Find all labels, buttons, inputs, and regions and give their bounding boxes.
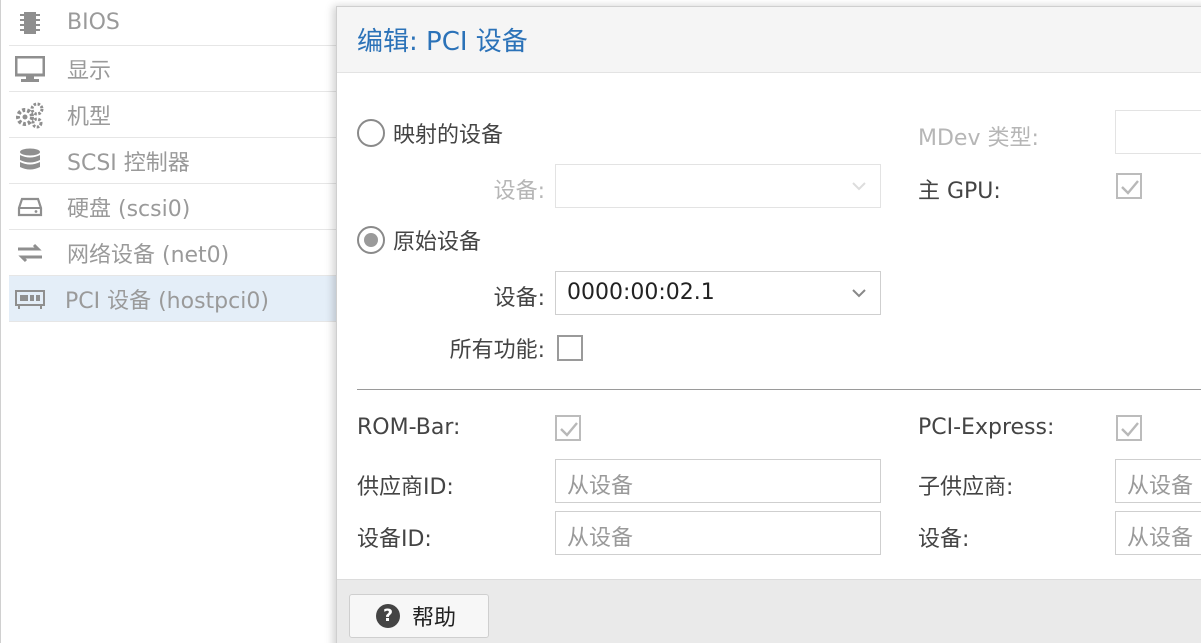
sub-vendor-input[interactable]: 从设备: [1115, 459, 1201, 503]
checkmark-icon: [1121, 180, 1139, 195]
sub-device-input[interactable]: 从设备: [1115, 511, 1201, 555]
hardware-item-label: PCI 设备 (hostpci0): [65, 288, 269, 314]
primary-gpu-label: 主 GPU:: [918, 179, 1001, 204]
all-functions-checkbox[interactable]: [557, 335, 583, 361]
raw-device-label: 原始设备: [393, 230, 482, 255]
pci-express-label: PCI-Express:: [918, 415, 1055, 440]
device-id-placeholder: 从设备: [567, 526, 634, 551]
hardware-item-label: 显示: [67, 58, 112, 84]
dialog-header: 编辑: PCI 设备: [337, 7, 1201, 73]
gears-icon: [15, 100, 45, 130]
sub-device-placeholder: 从设备: [1127, 526, 1194, 551]
pci-express-checkbox[interactable]: [1116, 415, 1142, 441]
sub-vendor-label: 子供应商:: [918, 475, 1014, 500]
rom-bar-checkbox[interactable]: [555, 415, 581, 441]
raw-device-field-label: 设备:: [493, 286, 545, 311]
mapped-device-label: 映射的设备: [393, 123, 504, 148]
hardware-item-pci-device[interactable]: PCI 设备 (hostpci0): [9, 276, 339, 322]
hdd-icon: [15, 192, 45, 222]
vendor-id-input[interactable]: 从设备: [555, 459, 881, 503]
checkmark-icon: [560, 422, 578, 437]
dialog-footer: ? 帮助: [337, 579, 1201, 643]
edit-pci-device-dialog: 编辑: PCI 设备 映射的设备 设备: 原始设备 设备: 0000:00:02…: [336, 6, 1201, 643]
checkmark-icon: [1121, 422, 1139, 437]
mapped-device-field-label: 设备:: [493, 179, 545, 204]
vendor-id-placeholder: 从设备: [567, 474, 634, 499]
database-icon: [15, 146, 45, 176]
chevron-down-icon: [850, 177, 868, 199]
chevron-down-icon: [850, 284, 868, 306]
device-id-input[interactable]: 从设备: [555, 511, 881, 555]
raw-device-combobox[interactable]: 0000:00:02.1: [555, 271, 881, 315]
raw-device-value: 0000:00:02.1: [567, 280, 715, 305]
question-circle-icon: ?: [376, 604, 400, 628]
mdev-type-label: MDev 类型:: [918, 126, 1039, 151]
help-button-label: 帮助: [412, 606, 457, 631]
mapped-device-radio[interactable]: [357, 119, 385, 147]
chip-icon: [15, 8, 45, 38]
rom-bar-label: ROM-Bar:: [357, 415, 461, 440]
hardware-item-label: 机型: [67, 104, 112, 130]
device-id-label: 设备ID:: [357, 527, 432, 552]
hardware-item-hard-disk[interactable]: 硬盘 (scsi0): [9, 184, 339, 230]
monitor-icon: [15, 54, 45, 84]
help-button[interactable]: ? 帮助: [349, 594, 489, 638]
hardware-item-label: SCSI 控制器: [67, 150, 190, 176]
pci-card-icon: [15, 284, 45, 314]
mdev-type-combobox[interactable]: [1115, 110, 1201, 154]
mapped-device-combobox[interactable]: [555, 164, 881, 208]
hardware-item-display[interactable]: 显示: [9, 46, 339, 92]
exchange-icon: [15, 238, 45, 268]
hardware-item-label: 硬盘 (scsi0): [67, 196, 191, 222]
hardware-item-bios[interactable]: BIOS: [9, 0, 339, 46]
hardware-item-machine[interactable]: 机型: [9, 92, 339, 138]
hardware-item-scsi-controller[interactable]: SCSI 控制器: [9, 138, 339, 184]
vendor-id-label: 供应商ID:: [357, 475, 454, 500]
all-functions-label: 所有功能:: [449, 338, 545, 363]
primary-gpu-checkbox[interactable]: [1116, 173, 1142, 199]
sub-vendor-placeholder: 从设备: [1127, 474, 1194, 499]
hardware-item-label: BIOS: [67, 10, 120, 35]
hardware-item-label: 网络设备 (net0): [67, 242, 230, 268]
sub-device-label: 设备:: [918, 527, 970, 552]
hardware-item-network[interactable]: 网络设备 (net0): [9, 230, 339, 276]
dialog-title: 编辑: PCI 设备: [357, 27, 528, 57]
section-divider: [357, 389, 1201, 390]
raw-device-radio[interactable]: [357, 226, 385, 254]
hardware-list: BIOS 显示 机型 SCSI 控制器 硬盘 (scsi0) 网络设备 (net…: [0, 0, 340, 643]
